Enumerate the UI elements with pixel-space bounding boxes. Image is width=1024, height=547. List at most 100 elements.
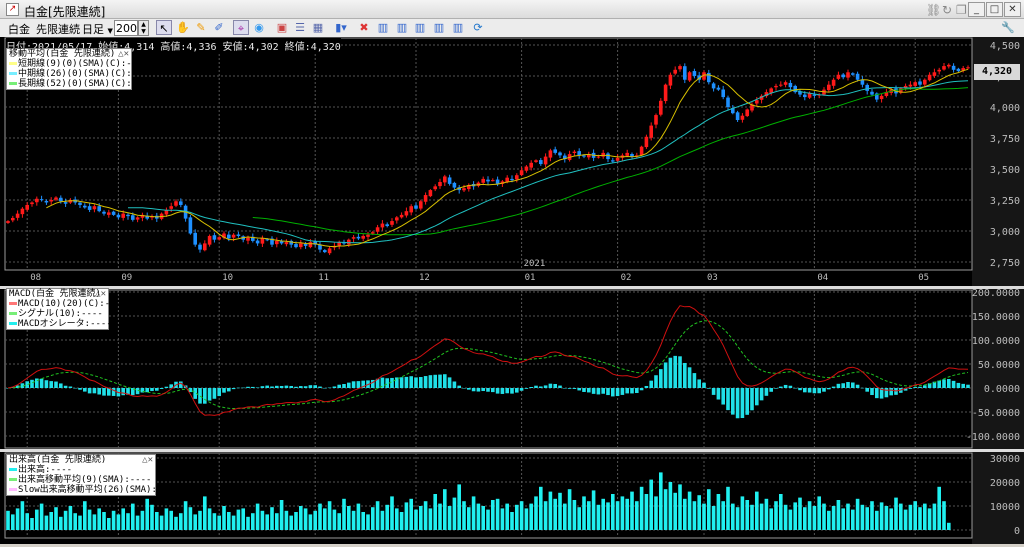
volume-bar (836, 500, 841, 530)
macd-legend[interactable]: MACD(白金 先限連続) △✕ MACD(10)(20)(C):---- シグ… (6, 288, 126, 330)
candle-body (803, 94, 807, 98)
volume-bar (116, 514, 121, 530)
candle-body (481, 178, 485, 183)
crosshair-icon[interactable]: ⌖ (233, 20, 249, 35)
volume-bar (131, 503, 135, 530)
volume-bar (524, 508, 529, 530)
pencil-icon[interactable]: ✎ (193, 20, 209, 35)
macd-osc-bar (332, 386, 337, 388)
macd-osc-bar (817, 388, 821, 394)
macd-osc-bar (884, 388, 889, 398)
macd-osc-bar (851, 382, 855, 388)
candle-body (351, 237, 356, 239)
chart-window-icon[interactable]: ▣ (274, 20, 290, 35)
volume-bar (649, 479, 653, 530)
volume-bar (625, 498, 629, 530)
volume-bar (548, 491, 553, 530)
settings-wrench-icon[interactable]: 🔧 (1000, 20, 1016, 35)
candle-body (788, 82, 793, 88)
candle-body (356, 236, 361, 239)
volume-bar (246, 516, 250, 530)
volume-bar (212, 513, 217, 530)
brush-icon[interactable]: ✐ (211, 20, 227, 35)
macd-osc-bar (745, 388, 749, 415)
macd-osc-bar (572, 388, 577, 389)
macd-osc-bar (433, 374, 437, 388)
bar-count-input[interactable] (114, 20, 138, 36)
candle-body (11, 217, 15, 221)
bar-count-stepper[interactable]: ▲ ▼ (138, 20, 149, 36)
candle-body (606, 153, 610, 160)
candle-body (30, 202, 34, 205)
legend-collapse-close-icon[interactable]: △✕ (142, 455, 153, 465)
volume-bar (716, 494, 721, 530)
ma-legend[interactable]: 移動平均(白金 先限連続) △✕ 短期線(9)(0)(SMA)(C):---- … (6, 48, 153, 90)
macd-osc-bar (337, 384, 341, 388)
volume-bar (39, 503, 44, 530)
volume-bar (702, 503, 706, 530)
macd-osc-bar (779, 386, 783, 388)
candle-body (87, 206, 92, 210)
delete-chart-icon[interactable]: ✖ (356, 20, 372, 35)
table-icon[interactable]: ▦ (310, 20, 326, 35)
volume-bar (433, 494, 437, 530)
volume-bar (534, 496, 538, 530)
indicator-2-icon[interactable]: ▥ (394, 20, 410, 35)
hand-icon[interactable]: ✋ (175, 20, 191, 35)
month-label: 11 (318, 273, 329, 283)
link-icon[interactable]: ⛓ (926, 3, 941, 17)
candle-body (35, 198, 39, 203)
volume-bar (49, 512, 53, 530)
legend-collapse-close-icon[interactable]: △✕ (118, 49, 129, 59)
volume-bar (572, 500, 577, 530)
macd-osc-bar (649, 380, 653, 388)
volume-bar (308, 514, 313, 530)
macd-osc-bar (327, 387, 332, 389)
vol-ma26-label: Slow出来高移動平均(26)(SMA):---- (18, 485, 179, 495)
maximize-button[interactable]: □ (986, 2, 1003, 17)
symbol-selector[interactable]: 白金 (8, 21, 30, 37)
candle-body (673, 69, 677, 74)
volume-bar (270, 507, 274, 530)
select-arrow-icon[interactable]: ↖ (156, 20, 172, 35)
volume-bar (471, 496, 476, 530)
volume-bar (515, 504, 519, 530)
close-button[interactable]: ✕ (1004, 2, 1021, 17)
volume-bar (462, 501, 466, 530)
up-circle-icon[interactable]: ◉ (251, 20, 267, 35)
refresh-icon[interactable]: ↻ (942, 3, 952, 17)
candle-body (260, 238, 265, 244)
volume-bar (203, 496, 207, 530)
macd-osc-bar (668, 357, 673, 388)
restore-icon[interactable]: ❐ (956, 3, 967, 17)
volume-bar (179, 513, 183, 530)
contract-selector[interactable]: 先限連続 (36, 21, 80, 37)
candle-body (879, 95, 884, 100)
minimize-button[interactable]: _ (968, 2, 985, 17)
volume-legend[interactable]: 出来高(白金 先限連続) △✕ 出来高:---- 出来高移動平均(9)(SMA)… (6, 454, 179, 496)
reload-icon[interactable]: ⟳ (470, 20, 486, 35)
bar-chart-dropdown-icon[interactable]: ▮▾ (333, 20, 349, 35)
indicator-3-icon[interactable]: ▥ (412, 20, 428, 35)
legend-collapse-close-icon[interactable]: △✕ (95, 289, 106, 299)
candle-body (126, 214, 130, 217)
macd-axis-label: 100.0000 (972, 336, 1020, 347)
candle-body (452, 182, 457, 188)
indicator-4-icon[interactable]: ▥ (431, 20, 447, 35)
candle-body (836, 74, 841, 79)
macd-osc-bar (241, 387, 245, 389)
macd-line (7, 305, 969, 416)
indicator-1-icon[interactable]: ▥ (375, 20, 391, 35)
month-label: 08 (30, 273, 41, 283)
list-icon[interactable]: ☰ (292, 20, 308, 35)
volume-bar (419, 506, 423, 530)
volume-bar (654, 496, 658, 530)
macd-osc-bar (731, 388, 735, 415)
period-dropdown[interactable]: 日足 ▼ (82, 21, 113, 37)
candle-body (15, 213, 20, 218)
indicator-5-icon[interactable]: ▥ (450, 20, 466, 35)
price-axis-label: 3,500 (990, 165, 1020, 176)
panel-separator (0, 449, 1024, 452)
volume-bar (332, 509, 337, 530)
candle-body (529, 162, 533, 168)
